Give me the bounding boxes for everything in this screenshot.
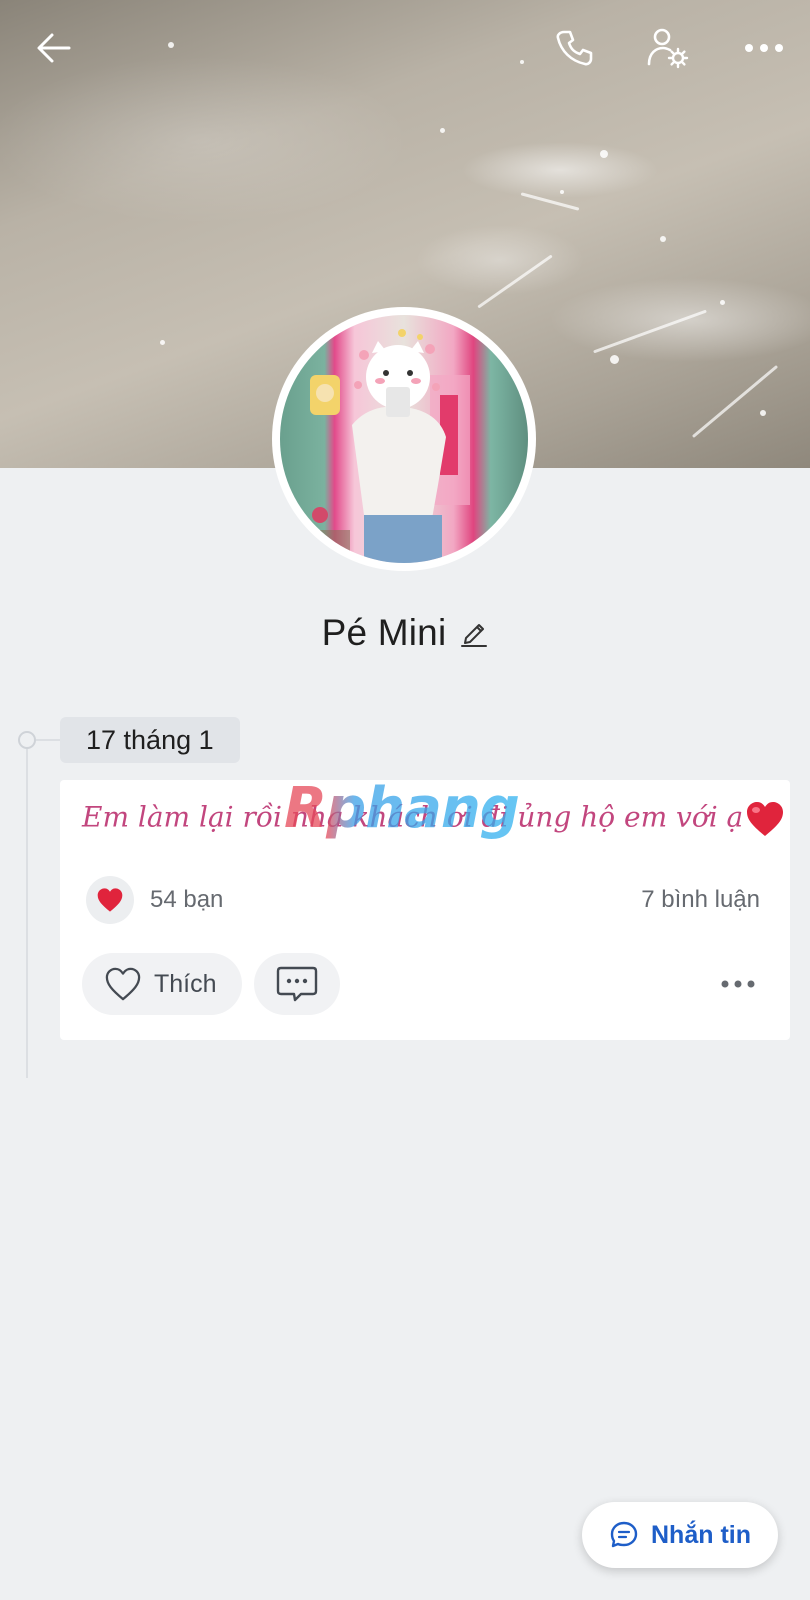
more-options-button[interactable] <box>738 22 790 74</box>
phone-icon <box>556 30 593 66</box>
arrow-left-icon <box>37 33 71 63</box>
profile-name-row: Pé Mini <box>0 612 810 654</box>
post-text-content: Em làm lại rồi nha khách ơi đi ủng hộ em… <box>82 800 744 834</box>
message-button[interactable]: Nhắn tin <box>582 1502 778 1568</box>
more-horizontal-icon <box>721 980 755 988</box>
avatar-photo <box>280 315 528 563</box>
edit-name-button[interactable] <box>460 618 488 648</box>
message-label: Nhắn tin <box>651 1520 751 1549</box>
heart-outline-icon <box>105 967 141 1001</box>
avatar[interactable] <box>272 307 536 571</box>
timeline-line <box>26 748 28 1078</box>
post-card: Em làm lại rồi nha khách ơi đi ủng hộ em… <box>60 776 790 1040</box>
timeline-date: 17 tháng 1 <box>60 717 240 763</box>
post-more-button[interactable] <box>716 970 760 998</box>
call-button[interactable] <box>548 22 600 74</box>
comment-bubble-icon <box>276 966 318 1002</box>
like-label: Thích <box>154 969 217 998</box>
pencil-icon <box>461 624 488 647</box>
timeline-connector <box>36 739 60 741</box>
profile-settings-button[interactable] <box>642 22 694 74</box>
back-button[interactable] <box>28 22 80 74</box>
more-horizontal-icon <box>745 44 783 52</box>
timeline-dot <box>18 731 36 749</box>
reaction-count[interactable]: 54 bạn <box>150 886 223 914</box>
chat-icon <box>610 1521 638 1548</box>
reaction-badge[interactable] <box>86 876 134 924</box>
heart-emoji-icon <box>747 802 784 836</box>
post-text: Em làm lại rồi nha khách ơi đi ủng hộ em… <box>82 800 785 838</box>
comment-button[interactable] <box>254 953 340 1015</box>
heart-reaction-icon <box>97 888 123 912</box>
comment-count[interactable]: 7 bình luận <box>641 886 760 914</box>
profile-name: Pé Mini <box>321 612 447 653</box>
user-gear-icon <box>647 28 689 69</box>
like-button[interactable]: Thích <box>82 953 242 1015</box>
